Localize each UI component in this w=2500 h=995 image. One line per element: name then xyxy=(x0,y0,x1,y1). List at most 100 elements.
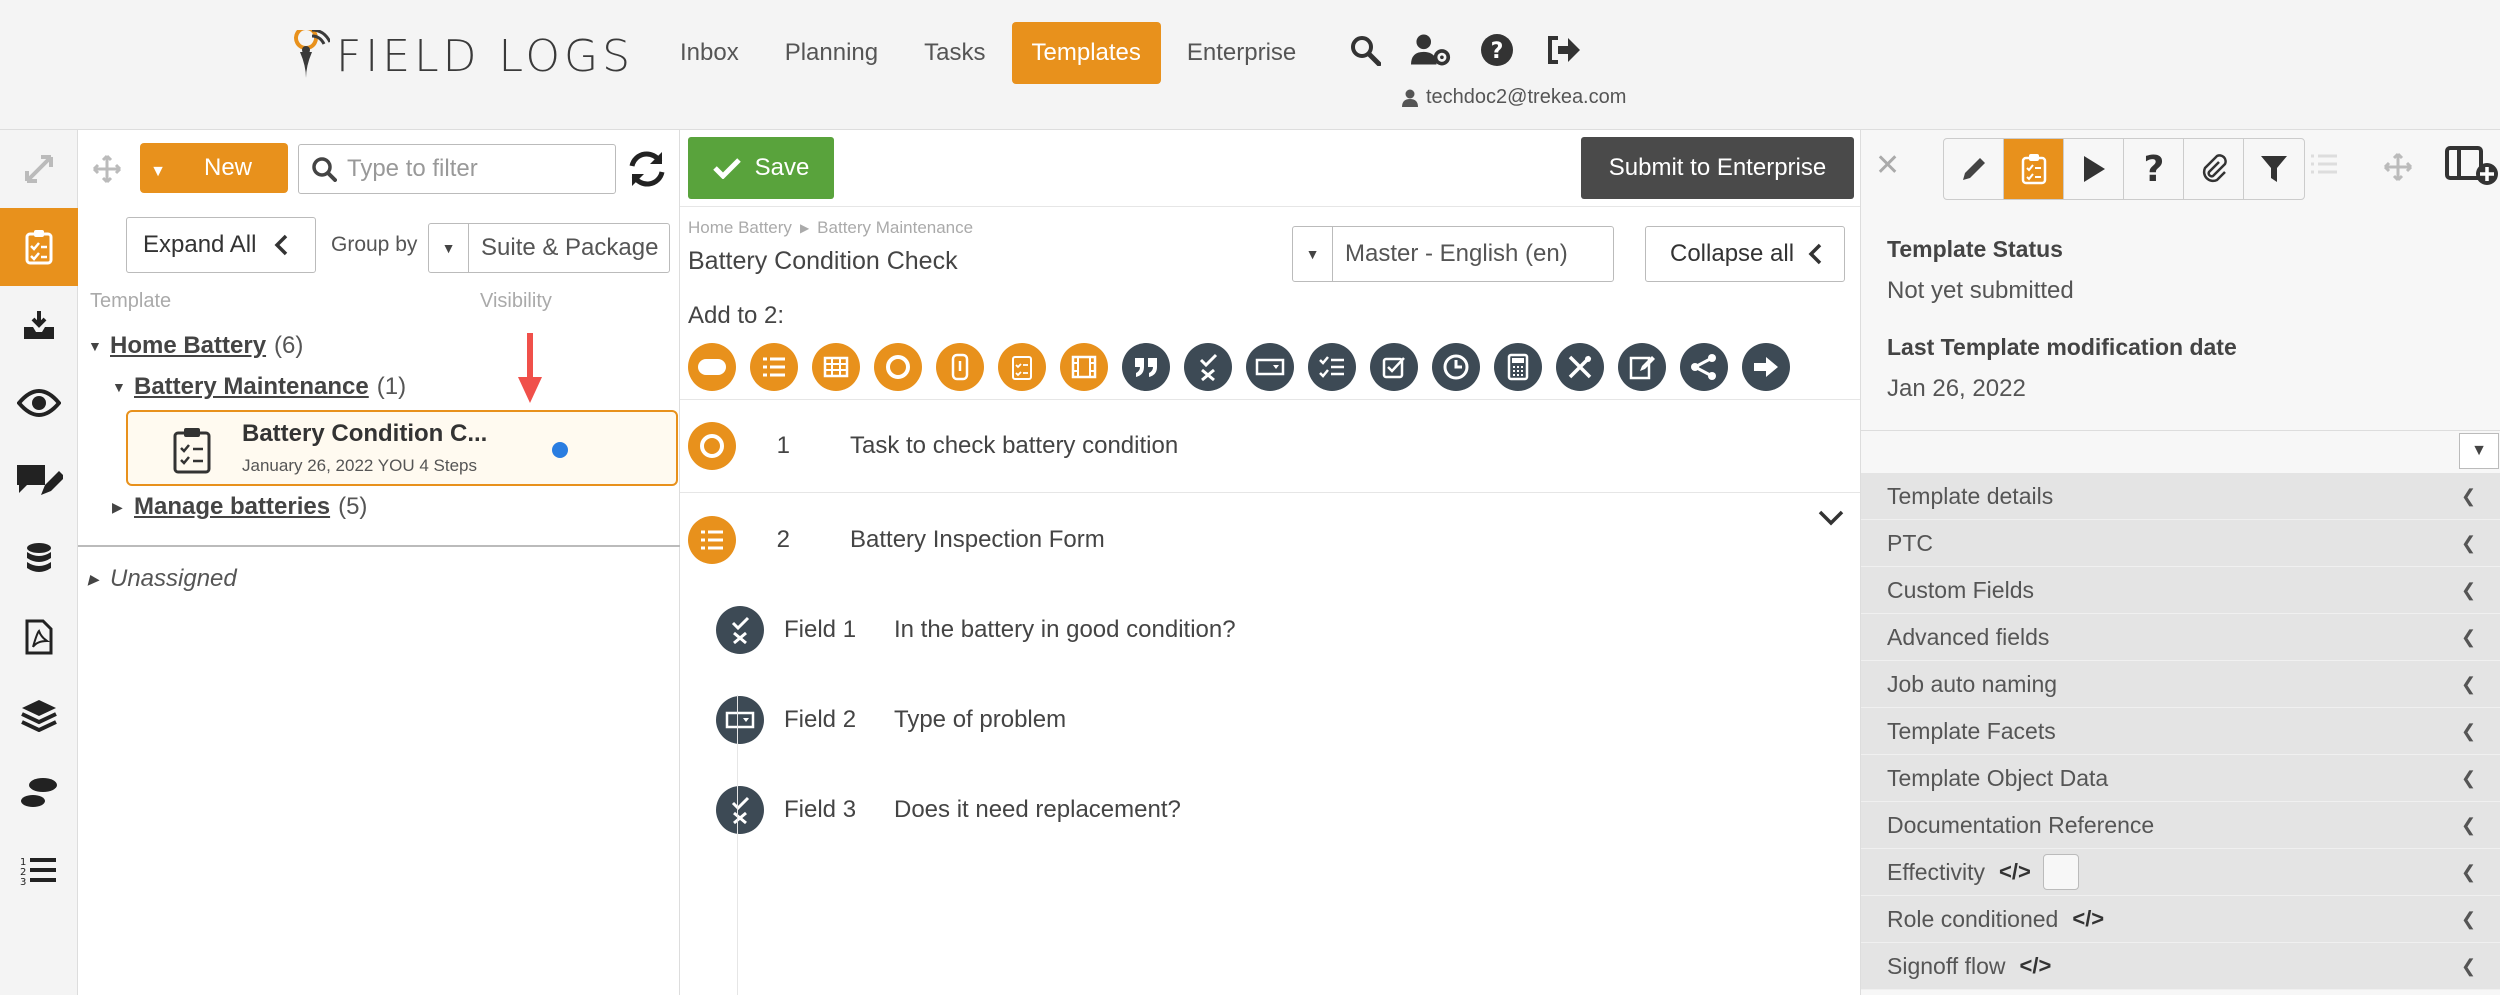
add-checklist-icon[interactable] xyxy=(998,343,1046,391)
accordion-template-facets[interactable]: Template Facets ❮ xyxy=(1861,708,2500,755)
form-field-row[interactable]: Field 3 Does it need replacement? xyxy=(716,786,1181,834)
collapse-all-button[interactable]: Collapse all xyxy=(1645,226,1845,282)
accordion-label: Job auto naming xyxy=(1887,670,2058,697)
accordion-ptc[interactable]: PTC ❮ xyxy=(1861,520,2500,567)
add-note-edit-icon[interactable] xyxy=(1618,343,1666,391)
effectivity-checkbox[interactable] xyxy=(2042,854,2079,890)
step-row[interactable]: 2 Battery Inspection Form xyxy=(688,516,1105,564)
accordion-advanced-fields[interactable]: Advanced fields ❮ xyxy=(1861,614,2500,661)
tree-node-home-battery[interactable]: ▼ Home Battery (6) xyxy=(88,332,303,360)
expand-all-button[interactable]: Expand All xyxy=(126,217,316,273)
logo[interactable]: FIELD LOGS xyxy=(290,30,634,82)
chevron-left-icon: ❮ xyxy=(2461,532,2477,553)
nav-planning[interactable]: Planning xyxy=(765,22,898,84)
rail-list-icon[interactable]: 123 xyxy=(0,832,78,910)
accordion-template-details[interactable]: Template details ❮ xyxy=(1861,473,2500,520)
close-icon[interactable]: ✕ xyxy=(1875,148,1900,183)
help-icon[interactable]: ? xyxy=(1477,28,1517,72)
template-properties-icon[interactable] xyxy=(2004,139,2064,199)
search-icon[interactable] xyxy=(1345,28,1385,72)
breadcrumb-item[interactable]: Home Battery xyxy=(688,218,792,238)
group-by-select[interactable]: ▼ Suite & Package xyxy=(428,223,670,273)
nav-inbox[interactable]: Inbox xyxy=(660,22,759,84)
chevron-down-icon[interactable] xyxy=(1818,510,1844,531)
tree-node-unassigned[interactable]: ▶ Unassigned xyxy=(88,565,237,593)
accordion-template-object-data[interactable]: Template Object Data ❮ xyxy=(1861,755,2500,802)
move-icon[interactable] xyxy=(92,154,122,189)
add-check-cross-icon[interactable] xyxy=(1184,343,1232,391)
divider xyxy=(1861,430,2500,431)
refresh-icon[interactable] xyxy=(626,148,668,195)
add-dropdown-icon[interactable] xyxy=(1246,343,1294,391)
tree-node-manage-batteries[interactable]: ▶ Manage batteries (5) xyxy=(112,493,367,521)
tree-node-battery-maintenance[interactable]: ▼ Battery Maintenance (1) xyxy=(112,373,406,401)
add-quote-icon[interactable] xyxy=(1122,343,1170,391)
new-button-label: New xyxy=(204,154,253,181)
nav-tasks[interactable]: Tasks xyxy=(904,22,1005,84)
nav-enterprise[interactable]: Enterprise xyxy=(1167,22,1316,84)
save-button[interactable]: Save xyxy=(688,137,834,199)
add-time-icon[interactable] xyxy=(1432,343,1480,391)
icon-rail: 123 xyxy=(0,130,78,995)
add-calculator-icon[interactable] xyxy=(1494,343,1542,391)
move-icon[interactable] xyxy=(2383,152,2413,187)
chevron-down-icon[interactable]: ▼ xyxy=(2459,433,2499,469)
breadcrumb-item[interactable]: Battery Maintenance xyxy=(817,218,973,238)
question-icon[interactable]: ? xyxy=(2124,139,2184,199)
step-type-palette xyxy=(688,343,1790,391)
add-panel-icon[interactable] xyxy=(2445,144,2500,193)
rail-templates-icon[interactable] xyxy=(0,208,78,286)
new-button[interactable]: ▼ New xyxy=(140,143,288,193)
rail-database-icon[interactable] xyxy=(0,520,78,598)
accordion-effectivity[interactable]: Effectivity </> ❮ xyxy=(1861,849,2500,896)
add-video-icon[interactable] xyxy=(1060,343,1108,391)
accordion-documentation-reference[interactable]: Documentation Reference ❮ xyxy=(1861,802,2500,849)
accordion-role-conditioned[interactable]: Role conditioned </> ❮ xyxy=(1861,896,2500,943)
step-title: Task to check battery condition xyxy=(850,432,1179,459)
accordion-signoff-flow[interactable]: Signoff flow </> ❮ xyxy=(1861,943,2500,990)
edit-icon[interactable] xyxy=(1944,139,2004,199)
tree-node-name[interactable]: Home Battery xyxy=(110,332,266,360)
expand-icon[interactable] xyxy=(0,130,78,208)
paperclip-icon[interactable] xyxy=(2184,139,2244,199)
nav-templates[interactable]: Templates xyxy=(1011,22,1161,84)
form-field-row[interactable]: Field 2 Type of problem xyxy=(716,696,1066,744)
list-icon[interactable] xyxy=(2309,152,2339,181)
play-icon[interactable] xyxy=(2064,139,2124,199)
add-tools-icon[interactable] xyxy=(1556,343,1604,391)
form-field-row[interactable]: Field 1 In the battery in good condition… xyxy=(716,606,1236,654)
logout-icon[interactable] xyxy=(1543,28,1583,72)
step-row[interactable]: 1 Task to check battery condition xyxy=(688,422,1178,470)
accordion-custom-fields[interactable]: Custom Fields ❮ xyxy=(1861,567,2500,614)
language-select[interactable]: ▼ Master - English (en) xyxy=(1292,226,1614,282)
tree-node-name[interactable]: Battery Maintenance xyxy=(134,373,369,401)
last-modification-heading: Last Template modification date xyxy=(1887,334,2237,360)
add-checkbox-icon[interactable] xyxy=(1370,343,1418,391)
add-task-icon[interactable] xyxy=(874,343,922,391)
column-template: Template xyxy=(90,290,172,312)
template-card-selected[interactable]: Battery Condition C... January 26, 2022 … xyxy=(126,410,678,486)
rail-inbox-icon[interactable] xyxy=(0,286,78,364)
add-share-icon[interactable] xyxy=(1680,343,1728,391)
svg-text:3: 3 xyxy=(20,877,26,887)
user-settings-icon[interactable] xyxy=(1411,28,1451,72)
accordion-job-auto-naming[interactable]: Job auto naming ❮ xyxy=(1861,661,2500,708)
expanded-caret-icon: ▼ xyxy=(88,338,102,354)
tree-node-name[interactable]: Manage batteries xyxy=(134,493,330,521)
add-attachment-icon[interactable] xyxy=(936,343,984,391)
add-arrow-right-icon[interactable] xyxy=(1742,343,1790,391)
divider xyxy=(680,206,1860,207)
add-table-icon[interactable] xyxy=(812,343,860,391)
filter-input[interactable]: Type to filter xyxy=(298,144,616,194)
submit-to-enterprise-button[interactable]: Submit to Enterprise xyxy=(1581,137,1854,199)
filter-icon[interactable] xyxy=(2244,139,2304,199)
rail-comment-edit-icon[interactable] xyxy=(0,442,78,520)
rail-pdf-icon[interactable] xyxy=(0,598,78,676)
rail-eye-icon[interactable] xyxy=(0,364,78,442)
add-form-list-icon[interactable] xyxy=(750,343,798,391)
rail-footprints-icon[interactable] xyxy=(0,754,78,832)
add-multi-check-icon[interactable] xyxy=(1308,343,1356,391)
add-toggle-icon[interactable] xyxy=(688,343,736,391)
current-user[interactable]: techdoc2@trekea.com xyxy=(1402,86,1626,109)
rail-layers-icon[interactable] xyxy=(0,676,78,754)
